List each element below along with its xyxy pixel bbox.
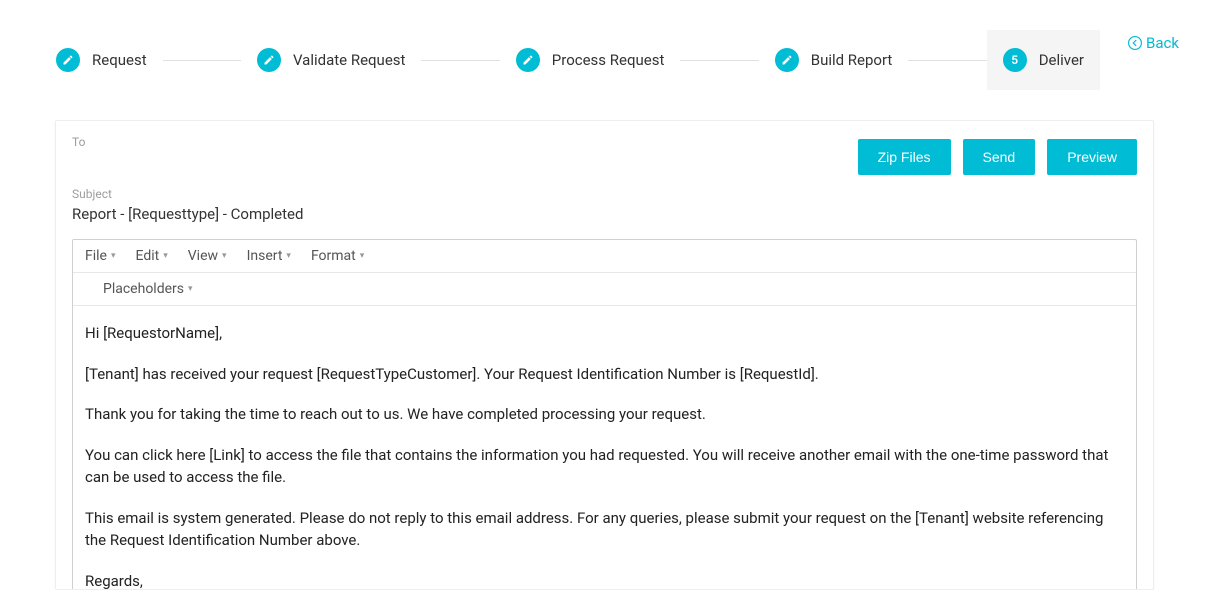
pencil-icon	[516, 48, 540, 72]
zip-files-button[interactable]: Zip Files	[858, 139, 951, 175]
step-label: Process Request	[552, 51, 665, 69]
chevron-down-icon: ▾	[360, 251, 365, 261]
step-label: Build Report	[811, 51, 893, 69]
pencil-icon	[56, 48, 80, 72]
menu-label: File	[85, 248, 107, 264]
to-field[interactable]	[72, 153, 858, 173]
menu-label: Placeholders	[103, 281, 184, 297]
step-connector	[908, 60, 986, 61]
chevron-down-icon: ▾	[188, 284, 193, 294]
menu-format[interactable]: Format ▾	[311, 248, 364, 264]
body-paragraph: Regards,	[85, 570, 1124, 590]
menu-file[interactable]: File ▾	[85, 248, 116, 264]
pencil-icon	[257, 48, 281, 72]
body-paragraph: [Tenant] has received your request [Requ…	[85, 363, 1124, 386]
step-deliver[interactable]: 5 Deliver	[987, 30, 1100, 90]
pencil-icon	[775, 48, 799, 72]
to-label: To	[72, 135, 858, 149]
step-label: Deliver	[1039, 51, 1084, 69]
editor-menubar: File▾ Edit▾ View▾ Insert▾ Format▾	[73, 240, 1136, 273]
step-connector	[421, 60, 499, 61]
subject-label: Subject	[72, 187, 1137, 201]
step-request[interactable]: Request	[40, 30, 163, 90]
menu-placeholders[interactable]: Placeholders ▾	[103, 281, 1124, 297]
action-bar: Zip Files Send Preview	[858, 135, 1137, 175]
menu-label: Insert	[247, 248, 283, 264]
stepper: Request Validate Request Process Request…	[40, 30, 1100, 90]
menu-edit[interactable]: Edit▾	[136, 248, 168, 264]
step-label: Validate Request	[293, 51, 405, 69]
body-paragraph: Hi [RequestorName],	[85, 322, 1124, 345]
chevron-down-icon: ▾	[111, 251, 116, 261]
back-arrow-icon	[1128, 36, 1142, 50]
menu-label: View	[188, 248, 218, 264]
back-label: Back	[1146, 34, 1179, 52]
email-body[interactable]: Hi [RequestorName], [Tenant] has receive…	[73, 306, 1136, 590]
step-connector	[163, 60, 241, 61]
email-card: To Zip Files Send Preview Subject Report…	[55, 120, 1154, 590]
back-link[interactable]: Back	[1128, 34, 1179, 52]
body-paragraph: You can click here [Link] to access the …	[85, 444, 1124, 489]
menu-label: Edit	[136, 248, 160, 264]
body-paragraph: This email is system generated. Please d…	[85, 507, 1124, 552]
step-build-report[interactable]: Build Report	[759, 30, 909, 90]
step-number-badge: 5	[1003, 48, 1027, 72]
menu-insert[interactable]: Insert▾	[247, 248, 291, 264]
step-process-request[interactable]: Process Request	[500, 30, 681, 90]
menu-view[interactable]: View ▾	[188, 248, 227, 264]
menu-label: Format	[311, 248, 356, 264]
chevron-down-icon: ▾	[222, 251, 227, 261]
step-validate-request[interactable]: Validate Request	[241, 30, 421, 90]
preview-button[interactable]: Preview	[1047, 139, 1137, 175]
chevron-down-icon: ▾	[163, 251, 168, 261]
rich-text-editor: File▾ Edit▾ View▾ Insert▾ Format▾ Placeh…	[72, 239, 1137, 590]
body-paragraph: Thank you for taking the time to reach o…	[85, 403, 1124, 426]
step-label: Request	[92, 51, 147, 69]
chevron-down-icon: ▾	[286, 251, 291, 261]
step-connector	[680, 60, 758, 61]
subject-field[interactable]: Report - [Requesttype] - Completed	[72, 205, 1137, 225]
send-button[interactable]: Send	[963, 139, 1036, 175]
